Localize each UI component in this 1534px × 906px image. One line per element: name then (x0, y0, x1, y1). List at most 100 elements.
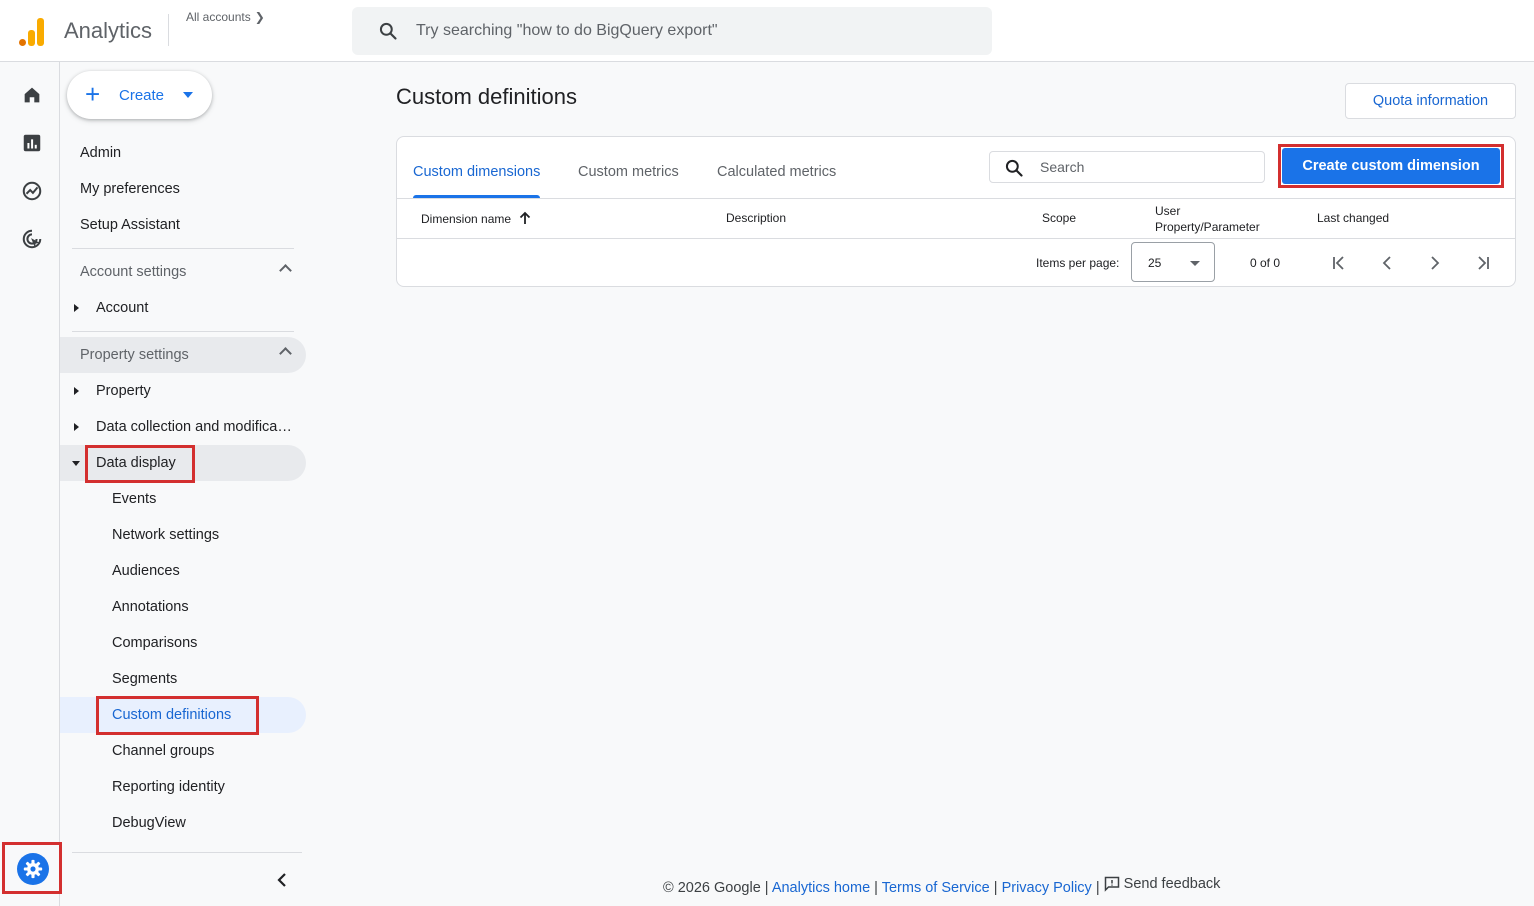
footer-analytics-home-link[interactable]: Analytics home (772, 880, 870, 896)
quota-information-button[interactable]: Quota information (1345, 83, 1516, 119)
tab-divider (397, 198, 1515, 199)
last-page-icon (1478, 256, 1489, 270)
custom-definitions-card: Custom dimensions Custom metrics Calcula… (396, 136, 1516, 287)
footer: © 2026 Google | Analytics home | Terms o… (663, 876, 1220, 896)
gear-icon (17, 853, 49, 885)
chevron-up-icon (279, 347, 292, 360)
nav-reporting-identity[interactable]: Reporting identity (60, 769, 306, 805)
send-feedback-button[interactable]: Send feedback (1104, 876, 1221, 892)
footer-separator: | (874, 880, 878, 896)
nav-debugview[interactable]: DebugView (60, 805, 306, 841)
nav-data-display[interactable]: Data display (60, 445, 306, 481)
column-dimension-name[interactable]: Dimension name (421, 211, 532, 226)
nav-channel-groups[interactable]: Channel groups (60, 733, 306, 769)
nav-setup-assistant[interactable]: Setup Assistant (60, 207, 306, 243)
nav-data-collection[interactable]: Data collection and modifica… (60, 409, 306, 445)
expand-arrow-icon (74, 304, 79, 312)
admin-settings-button[interactable] (2, 842, 62, 894)
nav-property[interactable]: Property (60, 373, 306, 409)
column-user-property-line2: Property/Parameter (1155, 220, 1260, 234)
chevron-left-icon (1382, 256, 1391, 270)
chevron-right-icon (1431, 256, 1440, 270)
nav-data-display-label: Data display (96, 455, 176, 471)
explore-icon[interactable] (19, 178, 45, 204)
items-per-page-label: Items per page: (1036, 256, 1120, 270)
nav-custom-definitions[interactable]: Custom definitions (60, 697, 306, 733)
table-search-input[interactable] (1040, 156, 1255, 178)
global-search-input[interactable] (416, 17, 976, 45)
app-title: Analytics (64, 18, 153, 43)
property-settings-header[interactable]: Property settings (60, 337, 306, 373)
create-button[interactable]: + Create (67, 71, 212, 119)
column-scope[interactable]: Scope (1042, 211, 1076, 225)
home-icon[interactable] (19, 82, 45, 108)
account-settings-header[interactable]: Account settings (60, 254, 306, 290)
footer-separator: | (993, 880, 998, 896)
first-page-icon (1333, 256, 1344, 270)
pagination-range: 0 of 0 (1250, 256, 1281, 270)
nav-account[interactable]: Account (60, 290, 306, 326)
column-last-changed[interactable]: Last changed (1317, 211, 1389, 225)
advertising-icon[interactable] (19, 226, 45, 252)
tab-custom-dimensions[interactable]: Custom dimensions (413, 164, 541, 198)
property-settings-label: Property settings (80, 347, 189, 363)
collapse-arrow-icon (72, 461, 80, 466)
expand-arrow-icon (74, 423, 79, 431)
nav-divider (72, 248, 294, 249)
nav-admin[interactable]: Admin (60, 135, 306, 171)
all-accounts-label: All accounts (186, 10, 251, 24)
left-rail (5, 62, 60, 906)
header-divider (168, 14, 169, 46)
plus-icon: + (85, 79, 101, 109)
chevron-up-icon (279, 264, 292, 277)
feedback-icon (1104, 876, 1119, 892)
search-icon (379, 22, 397, 40)
nav-divider (72, 331, 294, 332)
items-per-page-value: 25 (1148, 256, 1162, 270)
nav-my-preferences[interactable]: My preferences (60, 171, 306, 207)
nav-annotations[interactable]: Annotations (60, 589, 306, 625)
create-label: Create (119, 87, 165, 104)
nav-events[interactable]: Events (60, 481, 306, 517)
nav-audiences[interactable]: Audiences (60, 553, 306, 589)
table-header-divider (397, 238, 1515, 239)
sort-ascending-icon (520, 211, 531, 224)
create-custom-dimension-button[interactable]: Create custom dimension (1282, 148, 1500, 184)
collapse-nav-button[interactable] (270, 868, 294, 892)
items-per-page-select[interactable]: 25 (1131, 242, 1215, 282)
footer-copyright: © 2026 Google (663, 880, 761, 896)
top-bar: Analytics All accounts ❯ (0, 0, 1534, 62)
page-title: Custom definitions (396, 84, 577, 109)
nav-comparisons[interactable]: Comparisons (60, 625, 306, 661)
account-settings-label: Account settings (80, 264, 187, 280)
nav-data-collection-label: Data collection and modifica… (96, 419, 292, 435)
analytics-logo-icon[interactable] (18, 16, 46, 46)
expand-arrow-icon (74, 387, 79, 395)
tab-custom-metrics[interactable]: Custom metrics (578, 164, 679, 198)
previous-page-button[interactable] (1373, 249, 1401, 277)
nav-property-label: Property (96, 383, 151, 399)
nav-segments[interactable]: Segments (60, 661, 306, 697)
column-user-property-parameter[interactable]: User Property/Parameter (1155, 203, 1260, 235)
next-page-button[interactable] (1421, 249, 1449, 277)
reports-icon[interactable] (19, 130, 45, 156)
dropdown-arrow-icon (1190, 261, 1200, 266)
send-feedback-label: Send feedback (1123, 876, 1221, 892)
tab-calculated-metrics[interactable]: Calculated metrics (717, 164, 836, 198)
footer-privacy-link[interactable]: Privacy Policy (1002, 880, 1092, 896)
footer-terms-link[interactable]: Terms of Service (882, 880, 990, 896)
global-search[interactable] (352, 7, 992, 55)
dropdown-arrow-icon (183, 92, 193, 98)
admin-nav: + Create Admin My preferences Setup Assi… (60, 62, 310, 906)
table-search[interactable] (989, 151, 1265, 183)
footer-separator: | (764, 880, 769, 896)
first-page-button[interactable] (1325, 249, 1353, 277)
nav-network-settings[interactable]: Network settings (60, 517, 306, 553)
all-accounts-link[interactable]: All accounts ❯ (186, 10, 265, 24)
nav-divider (72, 852, 302, 853)
column-user-property-line1: User (1155, 204, 1181, 218)
last-page-button[interactable] (1469, 249, 1497, 277)
nav-account-label: Account (96, 300, 149, 316)
chevron-left-icon (277, 873, 286, 887)
column-description[interactable]: Description (726, 211, 786, 225)
